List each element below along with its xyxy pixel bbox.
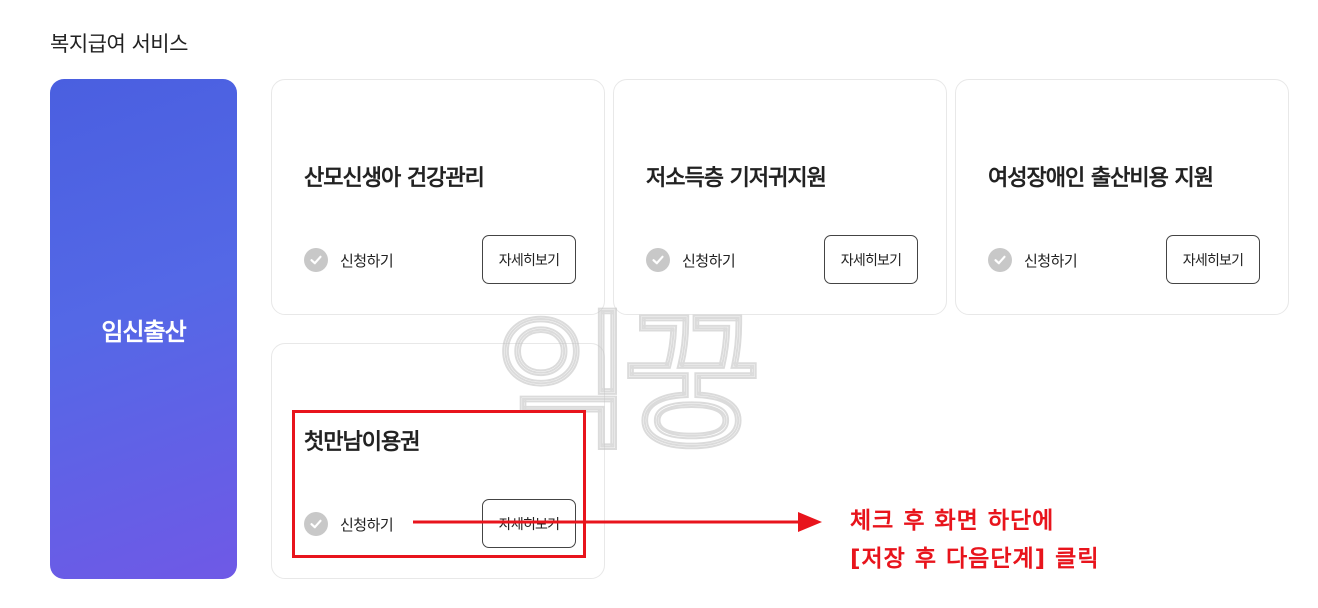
detail-button[interactable]: 자세히보기 (1166, 235, 1260, 284)
service-card: 저소득층 기저귀지원 신청하기 자세히보기 (613, 79, 947, 315)
check-circle-icon[interactable] (988, 248, 1012, 272)
service-card: 첫만남이용권 신청하기 자세히보기 (271, 343, 605, 579)
detail-button[interactable]: 자세히보기 (482, 499, 576, 548)
check-circle-icon[interactable] (304, 248, 328, 272)
card-title: 여성장애인 출산비용 지원 (988, 166, 1214, 191)
detail-button[interactable]: 자세히보기 (824, 235, 918, 284)
apply-label: 신청하기 (340, 252, 394, 270)
service-card: 산모신생아 건강관리 신청하기 자세히보기 (271, 79, 605, 315)
category-label: 임신출산 (101, 317, 186, 346)
check-circle-icon[interactable] (646, 248, 670, 272)
apply-label: 신청하기 (682, 252, 736, 270)
apply-label: 신청하기 (340, 516, 394, 534)
annotation-line-2: [저장 후 다음단계] 클릭 (850, 546, 1100, 572)
card-title: 첫만남이용권 (304, 430, 420, 455)
card-title: 저소득층 기저귀지원 (646, 166, 827, 191)
category-tile-pregnancy[interactable]: 임신출산 (50, 79, 237, 579)
check-circle-icon[interactable] (304, 512, 328, 536)
annotation-line-1: 체크 후 화면 하단에 (850, 508, 1055, 534)
apply-label: 신청하기 (1024, 252, 1078, 270)
section-title: 복지급여 서비스 (50, 32, 188, 56)
service-card: 여성장애인 출산비용 지원 신청하기 자세히보기 (955, 79, 1289, 315)
detail-button[interactable]: 자세히보기 (482, 235, 576, 284)
annotation-text: 체크 후 화면 하단에 [저장 후 다음단계] 클릭 (850, 502, 1100, 578)
card-title: 산모신생아 건강관리 (304, 166, 485, 191)
